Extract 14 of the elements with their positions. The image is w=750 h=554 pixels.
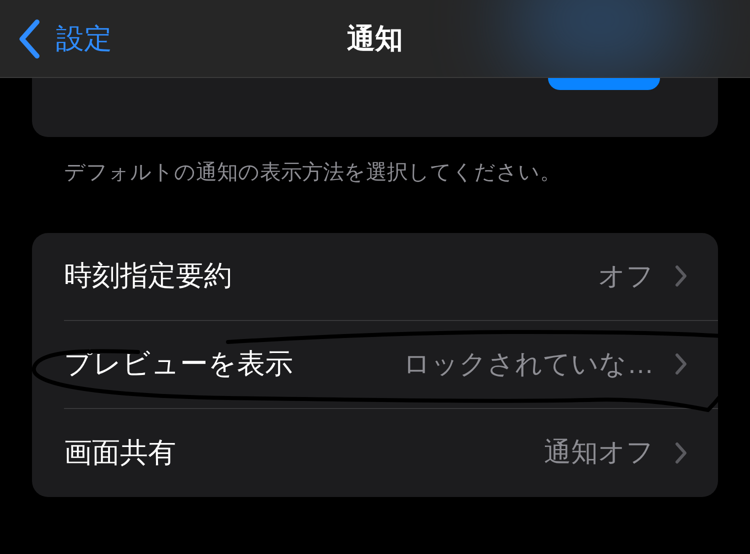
caption-text: デフォルトの通知の表示方法を選択してください。 [63, 160, 562, 186]
page-title: 通知 [347, 22, 403, 56]
back-button[interactable]: 設定 [0, 18, 112, 60]
settings-row[interactable]: 画面共有 通知オフ [64, 408, 718, 496]
settings-row[interactable]: 時刻指定要約 オフ [64, 232, 718, 320]
chevron-right-icon [674, 264, 688, 288]
chevron-right-icon [674, 352, 688, 376]
chevron-left-icon [18, 18, 40, 58]
row-value: オフ [598, 260, 654, 293]
row-label: 時刻指定要約 [64, 259, 232, 293]
row-value: ロックされていな… [403, 348, 654, 381]
row-value: 通知オフ [544, 436, 654, 470]
row-label: 画面共有 [64, 436, 176, 470]
chevron-right-icon [674, 440, 688, 464]
